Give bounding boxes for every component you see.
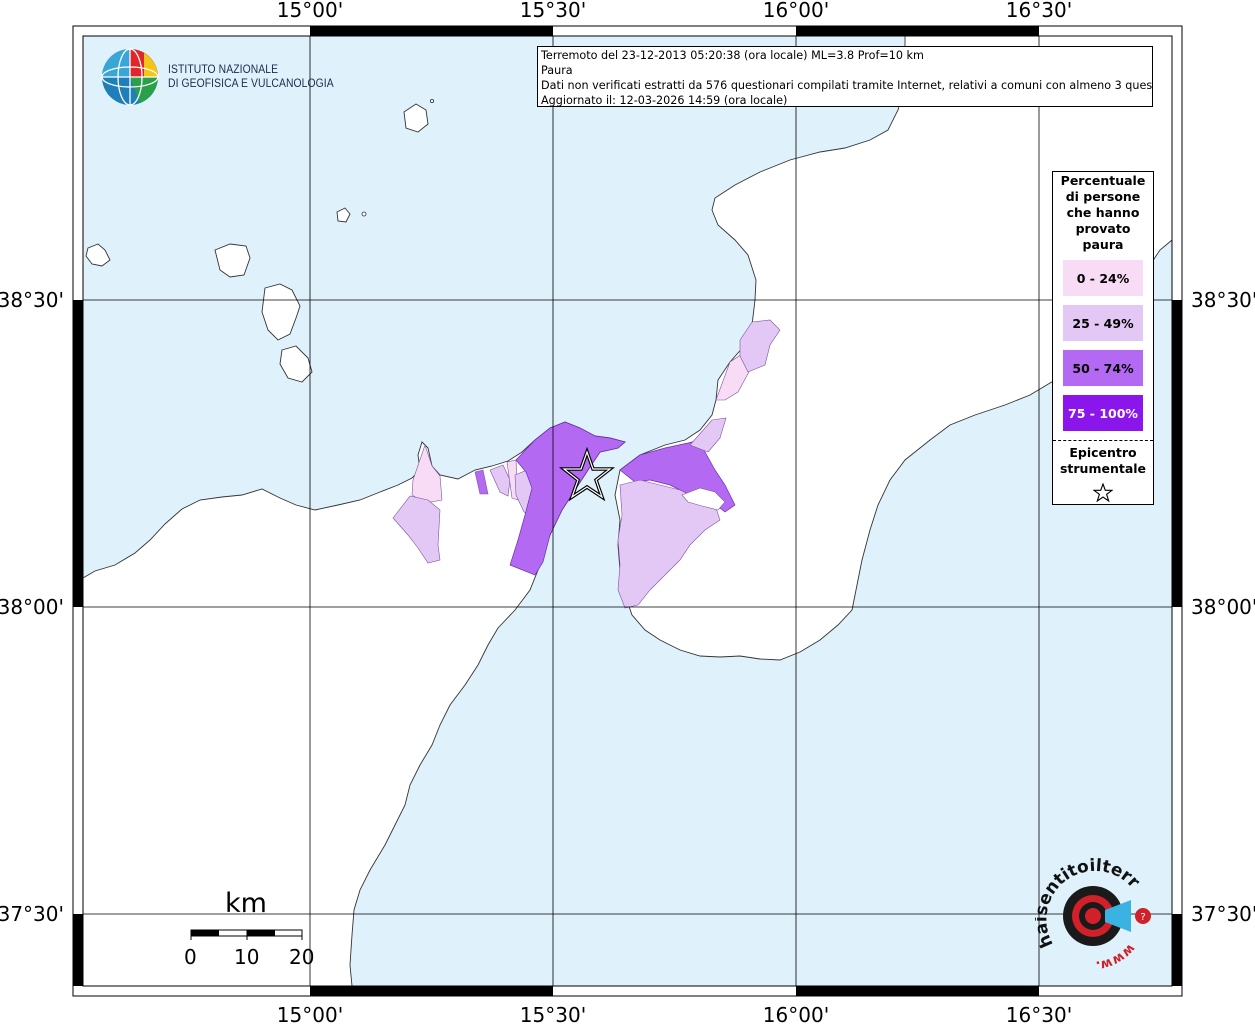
legend-divider [1053,440,1153,441]
legend: Percentuale di persone che hanno provato… [1052,171,1154,505]
event-title: Terremoto del 23-12-2013 05:20:38 (ora l… [541,49,924,62]
legend-title: Percentuale di persone che hanno provato… [1060,173,1146,252]
legend-star-icon [1053,482,1153,507]
globe-icon [101,48,159,106]
scale-tick-10: 10 [234,945,260,969]
lon-tick-top: 16°00' [763,0,829,22]
legend-class-2: 50 - 74% [1063,350,1143,386]
lon-tick-bottom: 15°30' [520,1003,586,1024]
event-info-box: Terremoto del 23-12-2013 05:20:38 (ora l… [537,46,1153,107]
ingv-line1: ISTITUTO NAZIONALE [168,64,279,76]
lon-tick-bottom: 16°00' [763,1003,829,1024]
lat-tick-left: 37°30' [0,902,64,926]
lat-tick-left: 38°30' [0,288,64,312]
hst-logo-url: www. [1095,941,1138,973]
ingv-line2: DI GEOFISICA E VULCANOLOGIA [168,78,334,90]
svg-text:?: ? [1140,912,1145,923]
updated-timestamp: Aggiornato il: 12-03-2026 14:59 (ora loc… [541,94,788,107]
lon-tick-top: 15°30' [520,0,586,22]
lat-tick-right: 38°00' [1191,595,1255,619]
island-small-2 [361,211,367,217]
island-small-3 [429,99,434,104]
data-note: Dati non verificati estratti da 576 ques… [541,79,1153,92]
ingv-logo: ISTITUTO NAZIONALE DI GEOFISICA E VULCAN… [100,47,352,107]
lon-tick-top: 16°30' [1006,0,1072,22]
legend-class-3: 75 - 100% [1063,395,1143,431]
scale-tick-20: 20 [289,945,315,969]
lon-tick-bottom: 15°00' [277,1003,343,1024]
map-parameter: Paura [541,64,573,77]
lat-tick-right: 37°30' [1191,902,1255,926]
lon-tick-top: 15°00' [277,0,343,22]
scale-unit: km [225,888,267,919]
legend-class-0: 0 - 24% [1063,260,1143,296]
lon-tick-bottom: 16°30' [1006,1003,1072,1024]
legend-class-1: 25 - 49% [1063,305,1143,341]
hst-logo: haisentitoilterremoto.it www. ? [1026,837,1160,981]
svg-text:www.: www. [1095,941,1138,973]
lat-tick-right: 38°30' [1191,288,1255,312]
lat-tick-left: 38°00' [0,595,64,619]
legend-epicenter-label: Epicentro strumentale [1059,445,1147,476]
ingv-name: ISTITUTO NAZIONALE DI GEOFISICA E VULCAN… [168,63,334,91]
scale-tick-0: 0 [184,945,197,969]
